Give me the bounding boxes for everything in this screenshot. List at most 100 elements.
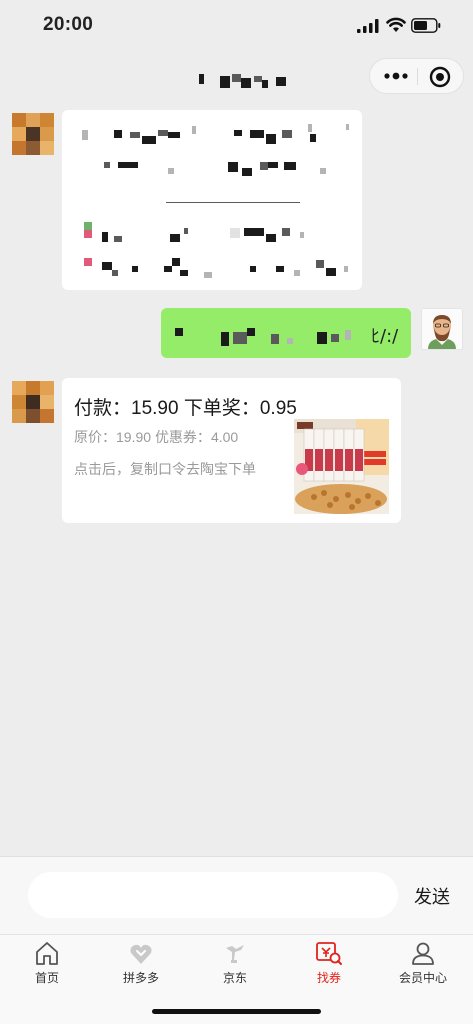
message-input[interactable] [28,872,398,918]
mosaic [172,258,180,266]
mosaic [242,168,252,176]
input-bar: 发送 [0,856,473,934]
send-button[interactable]: 发送 [414,883,450,909]
mosaic [104,162,110,168]
reward-label: 下单奖： [183,398,260,419]
tab-label: 拼多多 [122,971,159,985]
status-time: 20:00 [43,14,94,35]
tab-find-coupon[interactable]: 找券 [282,940,376,992]
mosaic [266,234,276,242]
mosaic [326,268,336,276]
mosaic [316,260,324,268]
mosaic [331,334,339,342]
mosaic [132,266,138,272]
own-message-text-tail: ﾋ/:/ [371,326,399,347]
original-price: 19.90 [116,429,152,445]
mosaic [221,332,229,346]
battery-icon [411,18,441,33]
own-avatar[interactable] [421,308,463,350]
tab-label: 首页 [34,971,59,985]
mosaic [276,266,284,272]
original-price-label: 原价： [74,429,116,445]
tab-pinduoduo[interactable]: 拼多多 [94,940,188,992]
status-bar: 20:00 [0,0,473,52]
mosaic [118,162,138,168]
mosaic [271,334,279,344]
mosaic [84,230,92,238]
mosaic [250,266,256,272]
member-icon [412,942,434,965]
mosaic [168,132,180,138]
tab-home[interactable]: 首页 [0,940,94,992]
mosaic [317,332,327,344]
mosaic [282,130,292,138]
mosaic [102,232,108,242]
mosaic-divider [166,202,300,203]
reward-amount: 0.95 [259,398,297,419]
mosaic [102,262,112,270]
mosaic [114,236,122,242]
price-line: 原价：19.90 优惠券：4.00 [74,427,238,447]
mosaic [158,130,168,136]
mosaic [112,270,118,276]
mosaic [168,168,174,174]
pay-label: 付款： [74,398,132,419]
mosaic [287,338,293,344]
coupon-search-icon [316,942,342,965]
mosaic [192,126,196,134]
capsule-divider [417,68,418,85]
tab-label: 找券 [316,971,341,985]
pinduoduo-icon [130,944,152,964]
product-image[interactable] [294,419,389,514]
avatar[interactable] [12,113,54,155]
mosaic [84,222,92,230]
mini-program-capsule [369,58,464,94]
coupon-label: 优惠券： [154,429,211,445]
tab-member-center[interactable]: 会员中心 [376,940,470,992]
mosaic [114,130,122,138]
mosaic [268,162,278,168]
message-bubble-obscured[interactable] [62,110,362,290]
mosaic [175,328,183,336]
mosaic [82,130,88,140]
mosaic [308,124,312,132]
mosaic [233,332,247,344]
payment-line: 付款：15.90 下单奖：0.95 [74,393,297,420]
mosaic [260,162,268,170]
mosaic [130,132,140,138]
jd-icon [226,945,244,963]
mosaic [228,162,238,172]
mosaic [234,130,242,136]
avatar[interactable] [12,381,54,423]
mosaic [346,124,349,130]
home-icon [36,942,58,965]
mosaic [282,228,290,236]
home-indicator[interactable] [152,1009,321,1014]
mosaic [310,134,316,142]
mosaic [320,168,326,174]
mosaic [184,228,188,234]
coupon-amount: 4.00 [210,429,239,445]
mosaic [180,270,188,276]
pay-amount: 15.90 [131,398,179,419]
mosaic [247,328,255,336]
mosaic [284,162,296,170]
mosaic [230,228,240,238]
wifi-icon [386,17,406,32]
mosaic [244,228,264,236]
tab-jd[interactable]: 京东 [188,940,282,992]
tab-label: 京东 [222,971,247,985]
mosaic [84,258,92,266]
mosaic [344,266,348,272]
mosaic [250,130,264,138]
more-dots-icon[interactable] [383,71,409,81]
mosaic [345,330,351,340]
mosaic [170,234,180,242]
copy-hint: 点击后，复制口令去陶宝下单 [74,461,256,477]
close-circle-icon[interactable] [428,65,452,89]
tab-label: 会员中心 [398,971,447,985]
nav-title-obscured [199,74,286,88]
mosaic [164,266,172,272]
mosaic [294,270,300,276]
mosaic [300,232,304,238]
